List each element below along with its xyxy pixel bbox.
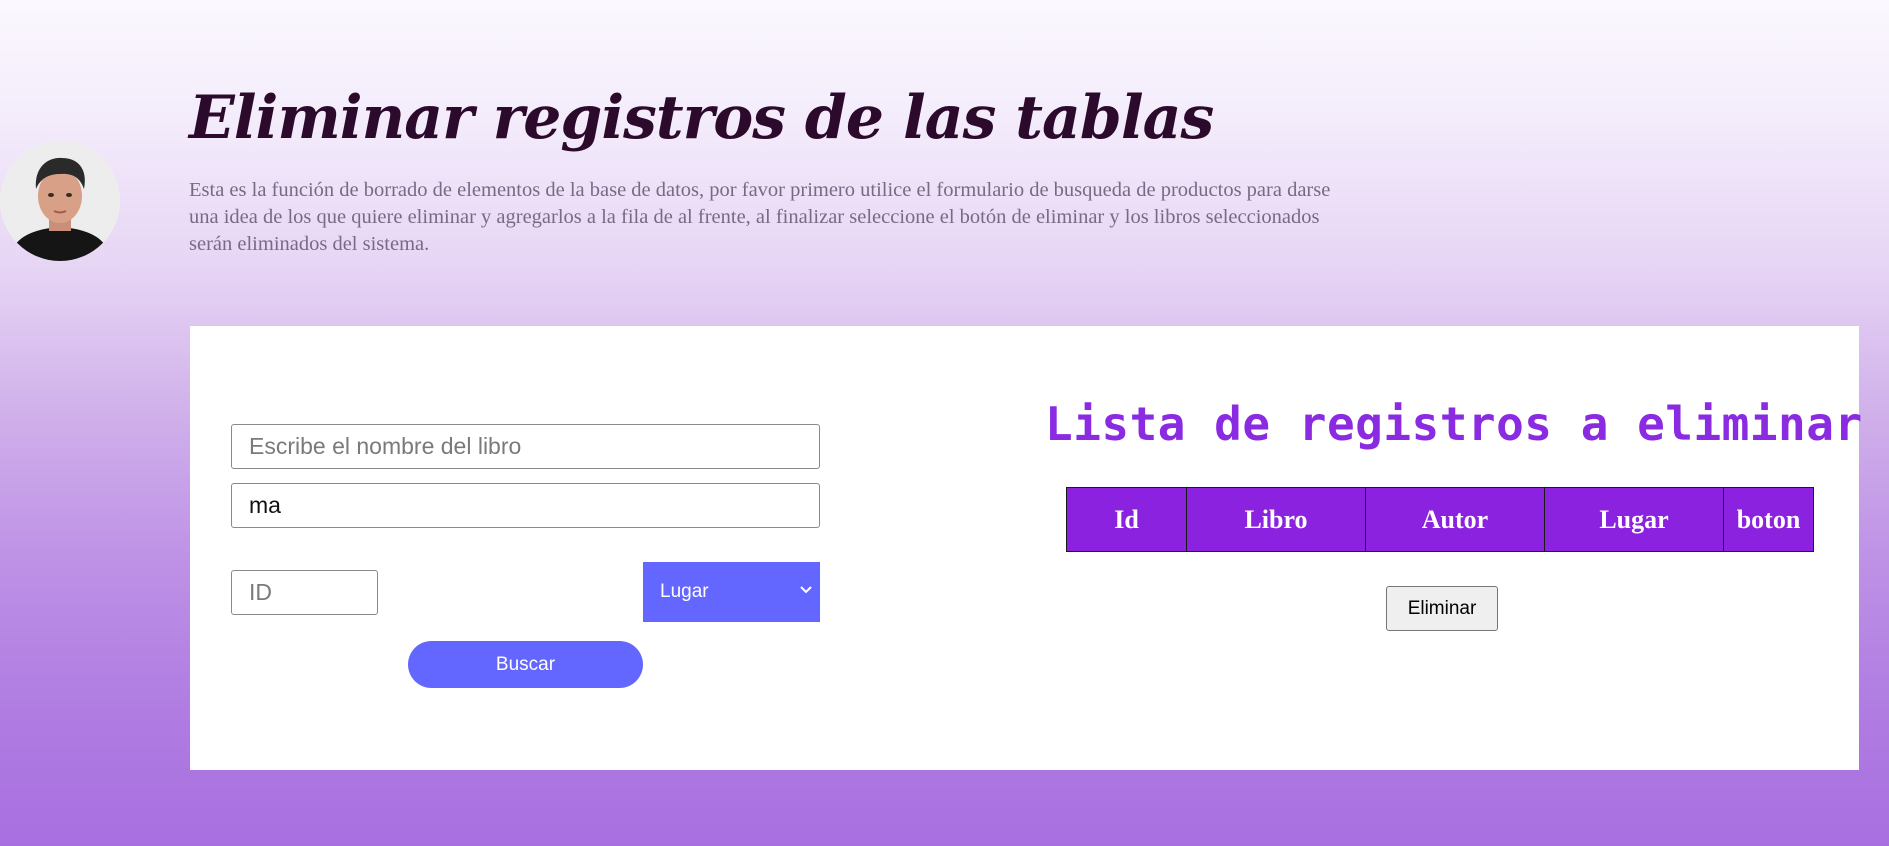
- place-select[interactable]: Lugar: [643, 562, 820, 622]
- column-header-lugar: Lugar: [1544, 487, 1724, 552]
- main-panel: Escribe el nombre del libro ma ID Lugar …: [190, 326, 1862, 770]
- delete-button[interactable]: Eliminar: [1386, 586, 1498, 631]
- book-name-placeholder: Escribe el nombre del libro: [249, 433, 522, 459]
- column-header-id: Id: [1066, 487, 1187, 552]
- id-placeholder: ID: [249, 579, 272, 605]
- column-header-libro: Libro: [1186, 487, 1366, 552]
- place-select-value: Lugar: [660, 581, 709, 602]
- records-table: Id Libro Autor Lugar boton: [1066, 487, 1814, 552]
- column-header-boton: boton: [1723, 487, 1814, 552]
- page-title: Eliminar registros de las tablas: [189, 83, 1214, 153]
- records-list-title: Lista de registros a eliminar: [1045, 397, 1863, 451]
- chevron-down-icon: [798, 582, 814, 604]
- id-input[interactable]: ID: [231, 570, 378, 615]
- table-header-row: Id Libro Autor Lugar boton: [1066, 487, 1814, 552]
- book-name-input[interactable]: Escribe el nombre del libro: [231, 424, 820, 469]
- profile-avatar: [0, 141, 120, 261]
- search-button[interactable]: Buscar: [408, 641, 643, 688]
- page-description: Esta es la función de borrado de element…: [189, 179, 1331, 255]
- author-input-value: ma: [249, 492, 281, 518]
- author-input[interactable]: ma: [231, 483, 820, 528]
- column-header-autor: Autor: [1365, 487, 1545, 552]
